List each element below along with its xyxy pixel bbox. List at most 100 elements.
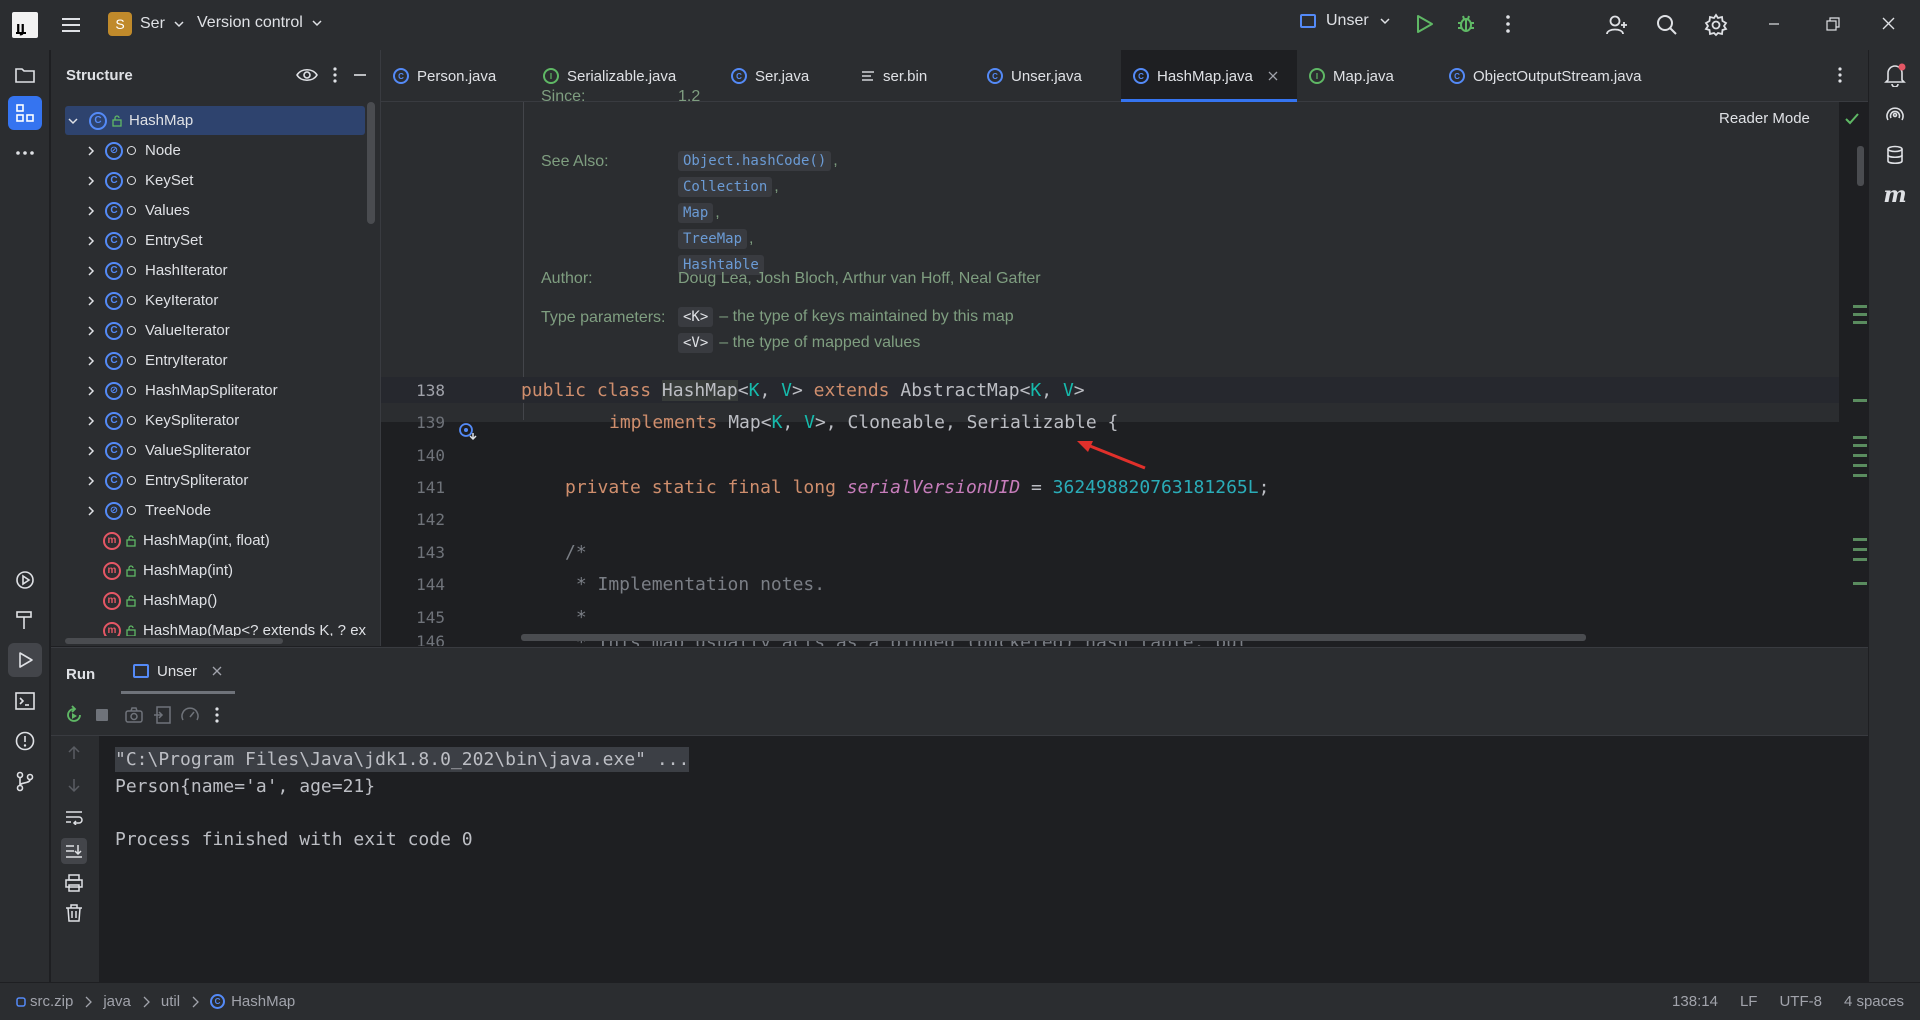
notifications-bell-icon[interactable] xyxy=(1878,58,1912,92)
chevron-right-icon[interactable] xyxy=(83,473,99,489)
more-options-icon[interactable] xyxy=(206,704,228,726)
run-icon[interactable] xyxy=(1413,13,1435,35)
tree-item-hashmapspliterator[interactable]: ⊘ HashMapSpliterator xyxy=(83,376,380,405)
services-icon[interactable] xyxy=(8,563,42,597)
chevron-right-icon[interactable] xyxy=(83,203,99,219)
intellij-logo-icon[interactable]: IJ xyxy=(12,12,38,38)
breadcrumb-item[interactable]: util xyxy=(161,993,180,1010)
tab-map-java[interactable]: I Map.java xyxy=(1297,50,1437,102)
chevron-right-icon[interactable] xyxy=(83,353,99,369)
trash-clear-icon[interactable] xyxy=(63,902,85,924)
tab-unser-java[interactable]: C Unser.java xyxy=(975,50,1115,102)
chevron-right-icon[interactable] xyxy=(83,443,99,459)
code-line[interactable]: 138 public class HashMap<K, V> extends A… xyxy=(381,377,1839,441)
chevron-right-icon[interactable] xyxy=(83,413,99,429)
tree-item-valuespliterator[interactable]: C ValueSpliterator xyxy=(83,436,380,465)
git-branch-icon[interactable] xyxy=(8,764,42,798)
build-hammer-icon[interactable] xyxy=(8,603,42,637)
tree-item-hashmap[interactable]: C HashMap xyxy=(65,106,365,135)
main-menu-icon[interactable] xyxy=(60,14,82,36)
soft-wrap-icon[interactable] xyxy=(63,806,85,828)
editor-vertical-scrollbar[interactable] xyxy=(1857,146,1864,186)
chevron-right-icon[interactable] xyxy=(83,383,99,399)
tree-item-values[interactable]: C Values xyxy=(83,196,380,225)
tab-list-menu-icon[interactable] xyxy=(1837,66,1843,84)
chevron-right-icon[interactable] xyxy=(83,143,99,159)
minimize-window-icon[interactable] xyxy=(1765,13,1785,35)
structure-tool-icon[interactable] xyxy=(8,96,42,130)
run-tool-icon[interactable] xyxy=(8,643,42,677)
chevron-right-icon[interactable] xyxy=(83,293,99,309)
chevron-right-icon[interactable] xyxy=(83,503,99,519)
code-line[interactable]: 141 private static final long serialVers… xyxy=(381,474,1839,500)
maven-icon[interactable]: m xyxy=(1878,178,1912,212)
chevron-right-icon[interactable] xyxy=(83,263,99,279)
settings-gear-icon[interactable] xyxy=(1704,13,1728,37)
add-user-icon[interactable] xyxy=(1605,13,1629,37)
doc-link[interactable]: Map, xyxy=(678,203,720,223)
chevron-down-icon[interactable] xyxy=(65,113,81,129)
close-tab-icon[interactable] xyxy=(1267,70,1279,82)
scroll-up-arrow-icon[interactable] xyxy=(63,742,85,764)
tree-item-valueiterator[interactable]: C ValueIterator xyxy=(83,316,380,345)
tab-ser-bin[interactable]: ser.bin xyxy=(849,50,975,102)
tree-item-keyspliterator[interactable]: C KeySpliterator xyxy=(83,406,380,435)
ai-assistant-icon[interactable] xyxy=(1878,98,1912,132)
tab-hashmap-java[interactable]: C HashMap.java xyxy=(1121,50,1297,102)
problems-icon[interactable] xyxy=(8,724,42,758)
doc-link[interactable]: TreeMap, xyxy=(678,229,753,249)
horizontal-scrollbar[interactable] xyxy=(65,638,283,644)
options-menu-icon[interactable] xyxy=(332,66,338,84)
database-icon[interactable] xyxy=(1878,138,1912,172)
breadcrumb-item[interactable]: src.zip xyxy=(30,993,73,1010)
tree-item-method[interactable]: m HashMap(Map<? extends K, ? ex xyxy=(103,616,380,636)
line-separator[interactable]: LF xyxy=(1740,993,1758,1010)
run-tab-unser[interactable]: Unser xyxy=(121,648,236,694)
file-encoding[interactable]: UTF-8 xyxy=(1779,993,1822,1010)
search-icon[interactable] xyxy=(1655,13,1679,37)
more-actions-icon[interactable] xyxy=(1497,13,1519,35)
tree-item-keyset[interactable]: C KeySet xyxy=(83,166,380,195)
version-control-menu[interactable]: Version control xyxy=(197,14,323,32)
hide-panel-icon[interactable] xyxy=(352,67,368,83)
code-line[interactable]: 145 * xyxy=(381,604,1839,630)
breadcrumb-item[interactable]: java xyxy=(103,993,131,1010)
coverage-gauge-icon[interactable] xyxy=(179,704,201,726)
tree-item-entryspliterator[interactable]: C EntrySpliterator xyxy=(83,466,380,495)
more-tools-icon[interactable] xyxy=(8,136,42,170)
indent-setting[interactable]: 4 spaces xyxy=(1844,993,1904,1010)
code-line[interactable]: 144 * Implementation notes. xyxy=(381,571,1839,597)
console-output[interactable]: "C:\Program Files\Java\jdk1.8.0_202\bin\… xyxy=(99,736,1868,983)
editor-horizontal-scrollbar[interactable] xyxy=(521,634,1586,641)
scroll-down-arrow-icon[interactable] xyxy=(63,774,85,796)
scroll-to-end-icon[interactable] xyxy=(61,838,87,864)
run-config-selector[interactable]: Unser xyxy=(1300,12,1391,30)
eye-view-options-icon[interactable] xyxy=(296,67,318,83)
chevron-right-icon[interactable] xyxy=(83,173,99,189)
code-line[interactable]: 143 /* xyxy=(381,539,1839,565)
doc-link[interactable]: Collection, xyxy=(678,177,779,197)
project-selector[interactable]: S Ser xyxy=(108,12,185,36)
tree-item-method[interactable]: m HashMap(int) xyxy=(103,556,380,585)
tree-item-method[interactable]: m HashMap(int, float) xyxy=(103,526,380,555)
terminal-icon[interactable] xyxy=(8,684,42,718)
restore-window-icon[interactable] xyxy=(1823,13,1843,35)
reader-mode-button[interactable]: Reader Mode xyxy=(1719,110,1810,127)
caret-position[interactable]: 138:14 xyxy=(1672,993,1718,1010)
vertical-scrollbar[interactable] xyxy=(367,102,375,224)
chevron-right-icon[interactable] xyxy=(83,233,99,249)
breadcrumb-item[interactable]: HashMap xyxy=(231,993,295,1010)
code-line[interactable]: 139 implements Map<K, V>, Cloneable, Ser… xyxy=(381,409,1839,435)
tree-item-node[interactable]: ⊘ Node xyxy=(83,136,380,165)
debug-icon[interactable] xyxy=(1455,13,1477,35)
tree-item-keyiterator[interactable]: C KeyIterator xyxy=(83,286,380,315)
no-problems-check-icon[interactable] xyxy=(1844,112,1860,126)
exit-icon[interactable] xyxy=(151,704,173,726)
tree-item-hashiterator[interactable]: C HashIterator xyxy=(83,256,380,285)
tree-item-entryiterator[interactable]: C EntryIterator xyxy=(83,346,380,375)
rerun-icon[interactable] xyxy=(63,704,85,726)
project-folder-icon[interactable] xyxy=(8,58,42,92)
chevron-right-icon[interactable] xyxy=(83,323,99,339)
tree-item-treenode[interactable]: ⊘ TreeNode xyxy=(83,496,380,525)
code-line[interactable]: 142 xyxy=(381,506,1839,532)
